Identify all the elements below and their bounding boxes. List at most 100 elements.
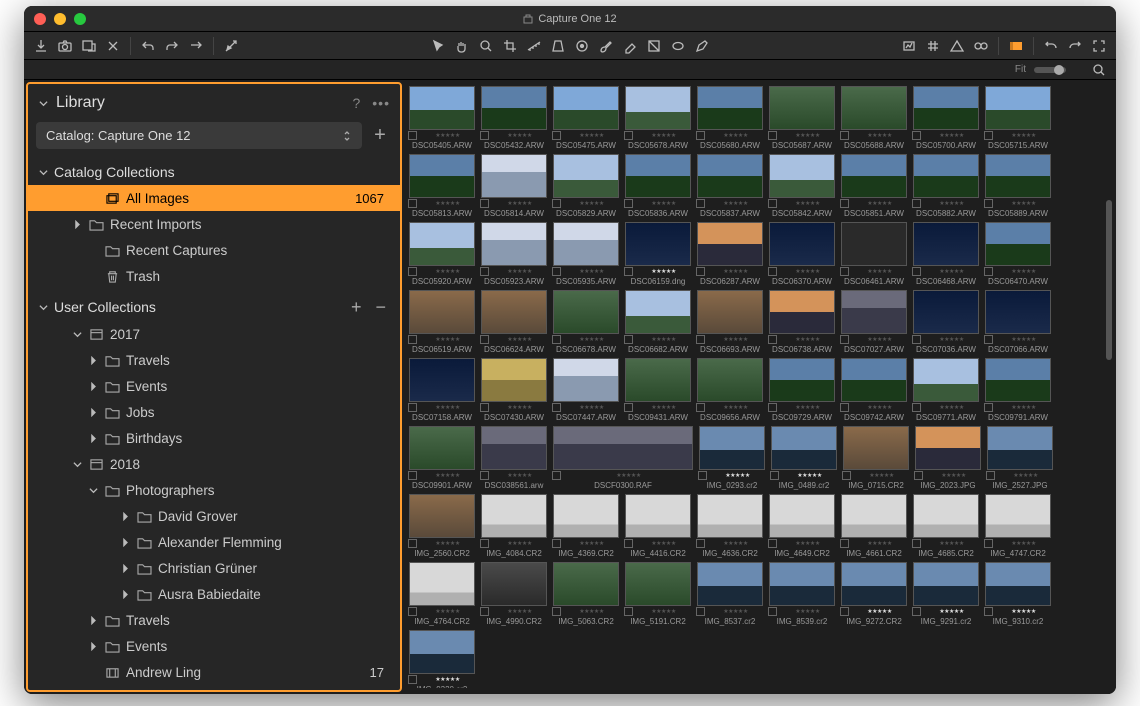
- thumbnail-checkbox[interactable]: [480, 131, 489, 140]
- rating-stars[interactable]: ★★★★★: [781, 472, 838, 479]
- thumbnail[interactable]: ★★★★★DSC06519.ARW: [408, 290, 476, 354]
- mask-brush-icon[interactable]: [597, 37, 615, 55]
- rating-stars[interactable]: ★★★★★: [995, 336, 1052, 343]
- thumbnail[interactable]: ★★★★★DSC05813.ARW: [408, 154, 476, 218]
- rating-stars[interactable]: ★★★★★: [419, 540, 476, 547]
- thumbnail[interactable]: ★★★★★DSC05882.ARW: [912, 154, 980, 218]
- thumbnail-checkbox[interactable]: [768, 403, 777, 412]
- thumbnail[interactable]: ★★★★★DSC06738.ARW: [768, 290, 836, 354]
- thumbnail-checkbox[interactable]: [986, 471, 995, 480]
- reject-icon[interactable]: [104, 37, 122, 55]
- catalog-item-trash[interactable]: Trash: [28, 263, 400, 289]
- grid-icon[interactable]: [924, 37, 942, 55]
- thumbnail-checkbox[interactable]: [480, 267, 489, 276]
- thumbnail[interactable]: ★★★★★DSC06468.ARW: [912, 222, 980, 286]
- rating-stars[interactable]: ★★★★★: [419, 268, 476, 275]
- gradient-mask-icon[interactable]: [645, 37, 663, 55]
- thumbnail[interactable]: ★★★★★DSC07027.ARW: [840, 290, 908, 354]
- thumbnail-checkbox[interactable]: [408, 471, 417, 480]
- thumbnail[interactable]: ★★★★★DSC05923.ARW: [480, 222, 548, 286]
- collection-item-jobs[interactable]: Jobs: [28, 399, 400, 425]
- thumbnail[interactable]: ★★★★★DSC09901.ARW: [408, 426, 476, 490]
- rating-stars[interactable]: ★★★★★: [635, 608, 692, 615]
- rating-stars[interactable]: ★★★★★: [851, 132, 908, 139]
- rating-stars[interactable]: ★★★★★: [709, 472, 766, 479]
- rating-stars[interactable]: ★★★★★: [707, 336, 764, 343]
- thumbnail-checkbox[interactable]: [840, 199, 849, 208]
- thumbnail-checkbox[interactable]: [552, 199, 561, 208]
- rating-stars[interactable]: ★★★★★: [491, 200, 548, 207]
- thumbnail[interactable]: ★★★★★IMG_4416.CR2: [624, 494, 692, 558]
- thumbnail[interactable]: ★★★★★IMG_5063.CR2: [552, 562, 620, 626]
- thumbnail-checkbox[interactable]: [408, 403, 417, 412]
- thumbnail-checkbox[interactable]: [912, 335, 921, 344]
- thumbnail-checkbox[interactable]: [984, 199, 993, 208]
- browser-toggle-icon[interactable]: [1007, 37, 1025, 55]
- thumbnail[interactable]: ★★★★★DSC06470.ARW: [984, 222, 1052, 286]
- rating-stars[interactable]: ★★★★★: [563, 268, 620, 275]
- rating-stars[interactable]: ★★★★★: [491, 404, 548, 411]
- rating-stars[interactable]: ★★★★★: [491, 540, 548, 547]
- section-catalog-collections[interactable]: Catalog Collections: [28, 159, 400, 185]
- thumbnail-checkbox[interactable]: [984, 403, 993, 412]
- browser-scrollbar[interactable]: [1106, 200, 1112, 360]
- thumbnail[interactable]: ★★★★★IMG_2023.JPG: [914, 426, 982, 490]
- rating-stars[interactable]: ★★★★★: [779, 404, 836, 411]
- thumbnail-checkbox[interactable]: [696, 607, 705, 616]
- rating-stars[interactable]: ★★★★★: [419, 200, 476, 207]
- rating-stars[interactable]: ★★★★★: [419, 336, 476, 343]
- thumbnail-checkbox[interactable]: [408, 675, 417, 684]
- thumbnail-checkbox[interactable]: [914, 471, 923, 480]
- remove-collection-button[interactable]: −: [371, 298, 390, 316]
- thumbnail[interactable]: ★★★★★IMG_9320.cr2: [408, 630, 476, 688]
- thumbnail-checkbox[interactable]: [552, 335, 561, 344]
- rating-stars[interactable]: ★★★★★: [563, 404, 620, 411]
- rating-stars[interactable]: ★★★★★: [923, 132, 980, 139]
- thumbnail[interactable]: ★★★★★IMG_4649.CR2: [768, 494, 836, 558]
- thumbnail-checkbox[interactable]: [912, 199, 921, 208]
- rating-stars[interactable]: ★★★★★: [923, 540, 980, 547]
- collection-item-2018[interactable]: 2018: [28, 451, 400, 477]
- collection-item-ausra-babiedaite[interactable]: Ausra Babiedaite: [28, 581, 400, 607]
- rating-stars[interactable]: ★★★★★: [491, 608, 548, 615]
- thumbnail[interactable]: ★★★★★DSC07066.ARW: [984, 290, 1052, 354]
- collection-item-2017[interactable]: 2017: [28, 321, 400, 347]
- rating-stars[interactable]: ★★★★★: [419, 472, 476, 479]
- thumbnail[interactable]: ★★★★★DSC05432.ARW: [480, 86, 548, 150]
- thumbnail[interactable]: ★★★★★IMG_4764.CR2: [408, 562, 476, 626]
- rating-stars[interactable]: ★★★★★: [635, 336, 692, 343]
- collection-item-christian-grüner[interactable]: Christian Grüner: [28, 555, 400, 581]
- focus-warning-icon[interactable]: [948, 37, 966, 55]
- thumbnail[interactable]: ★★★★★DSC05814.ARW: [480, 154, 548, 218]
- expand-chevron-icon[interactable]: [120, 538, 130, 547]
- collection-item-photographers[interactable]: Photographers: [28, 477, 400, 503]
- thumbnail[interactable]: ★★★★★DSC06693.ARW: [696, 290, 764, 354]
- rating-stars[interactable]: ★★★★★: [419, 404, 476, 411]
- thumbnail[interactable]: ★★★★★IMG_4084.CR2: [480, 494, 548, 558]
- thumbnail[interactable]: ★★★★★IMG_2527.JPG: [986, 426, 1054, 490]
- auto-adjust-icon[interactable]: [222, 37, 240, 55]
- catalog-item-recent-captures[interactable]: Recent Captures: [28, 237, 400, 263]
- thumbnail-checkbox[interactable]: [480, 539, 489, 548]
- thumbnail[interactable]: ★★★★★IMG_4369.CR2: [552, 494, 620, 558]
- thumbnail-checkbox[interactable]: [552, 403, 561, 412]
- thumbnail-checkbox[interactable]: [624, 199, 633, 208]
- rating-stars[interactable]: ★★★★★: [923, 200, 980, 207]
- thumbnail[interactable]: ★★★★★DSC05851.ARW: [840, 154, 908, 218]
- expand-chevron-icon[interactable]: [120, 590, 130, 599]
- thumbnail-checkbox[interactable]: [552, 607, 561, 616]
- thumbnail[interactable]: ★★★★★DSC05920.ARW: [408, 222, 476, 286]
- thumbnail-checkbox[interactable]: [768, 267, 777, 276]
- rating-stars[interactable]: ★★★★★: [707, 608, 764, 615]
- thumbnail-checkbox[interactable]: [552, 539, 561, 548]
- annotate-icon[interactable]: [693, 37, 711, 55]
- rating-stars[interactable]: ★★★★★: [779, 132, 836, 139]
- rating-stars[interactable]: ★★★★★: [419, 608, 476, 615]
- rotate-right-icon[interactable]: [1066, 37, 1084, 55]
- thumbnail[interactable]: ★★★★★DSC05837.ARW: [696, 154, 764, 218]
- thumbnail-checkbox[interactable]: [912, 607, 921, 616]
- rating-stars[interactable]: ★★★★★: [995, 404, 1052, 411]
- thumbnail-checkbox[interactable]: [408, 607, 417, 616]
- rating-stars[interactable]: ★★★★★: [779, 268, 836, 275]
- thumbnail[interactable]: ★★★★★IMG_0293.cr2: [698, 426, 766, 490]
